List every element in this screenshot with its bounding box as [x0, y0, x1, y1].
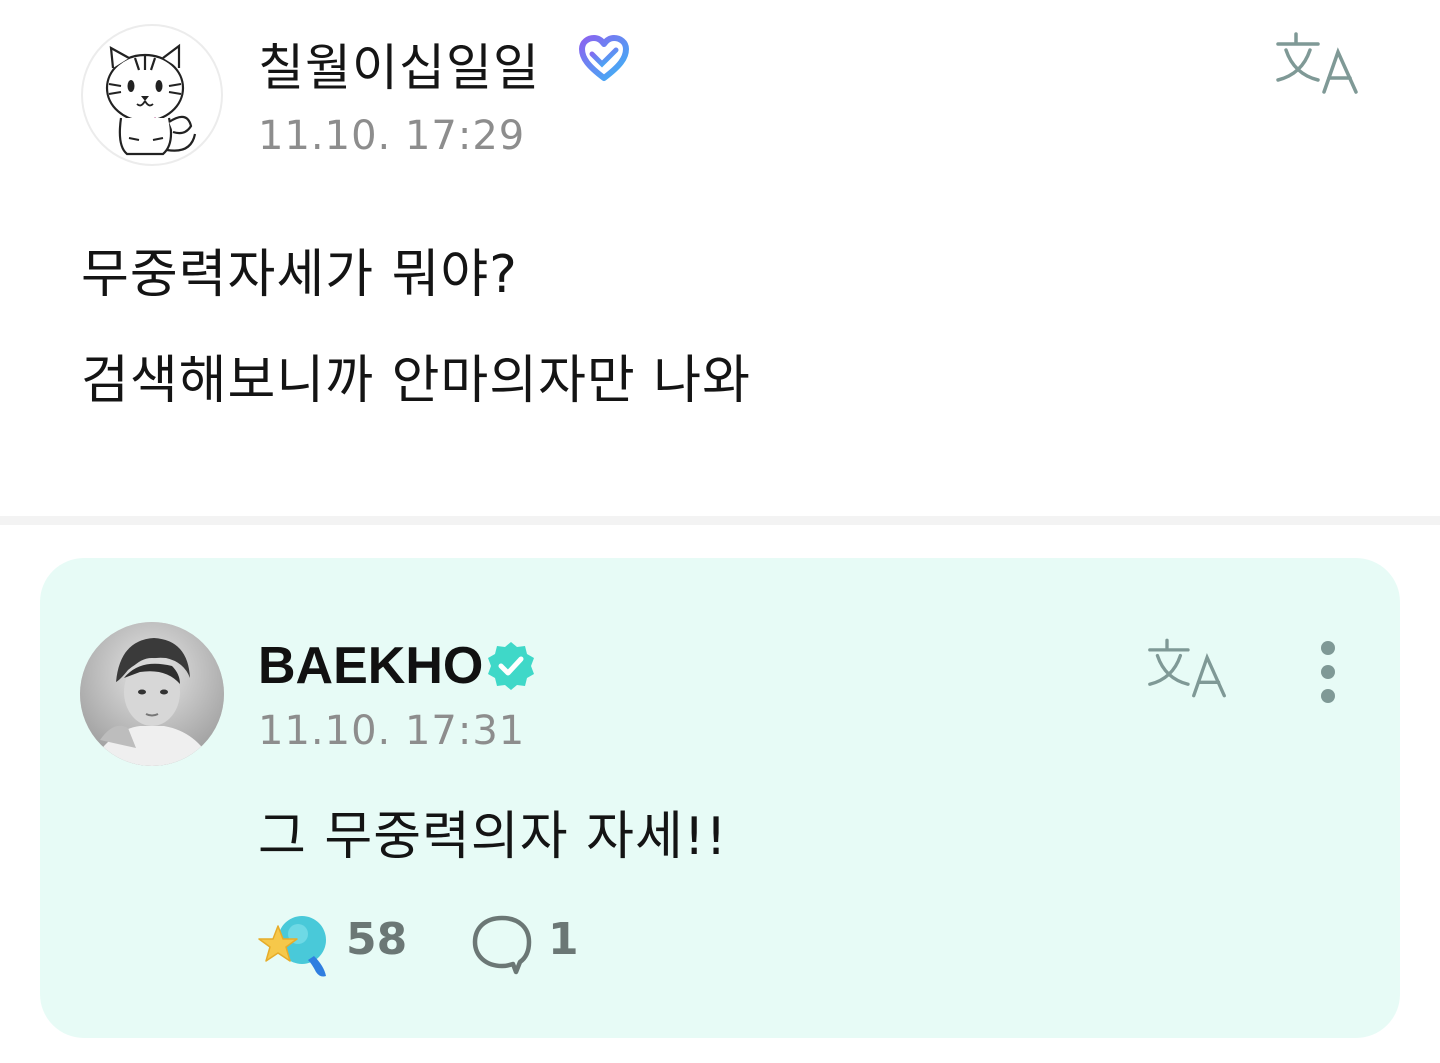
page: 칠월이십일일 11.10. 17:29 무중력자세가 뭐야? 검색해보니까 안마…: [0, 0, 1440, 1063]
comment-reactions: 58 1: [258, 904, 858, 984]
post-body-line: 검색해보니까 안마의자만 나와: [81, 351, 751, 411]
translate-icon[interactable]: [1274, 30, 1362, 96]
membership-heart-icon: [579, 35, 629, 81]
like-count: 58: [346, 914, 408, 965]
artist-comment-card: BAEKHO 11.10. 17:31 그 무중력의자 자세!! 58 1: [40, 558, 1400, 1038]
star-lightstick-icon[interactable]: [258, 908, 332, 980]
tiger-cartoon-avatar[interactable]: [81, 24, 223, 166]
translate-icon[interactable]: [1146, 636, 1230, 700]
comment-text: 그 무중력의자 자세!!: [258, 807, 728, 867]
fan-post: 칠월이십일일 11.10. 17:29 무중력자세가 뭐야? 검색해보니까 안마…: [0, 0, 1440, 516]
post-author-name[interactable]: 칠월이십일일: [258, 28, 540, 100]
post-body: 무중력자세가 뭐야? 검색해보니까 안마의자만 나와: [81, 222, 1381, 434]
artist-photo-image: [80, 622, 224, 766]
comment-author-name[interactable]: BAEKHO: [258, 636, 483, 696]
tiger-cartoon-icon: [105, 43, 197, 156]
more-vertical-icon[interactable]: [1308, 638, 1348, 706]
comment-timestamp: 11.10. 17:31: [258, 708, 526, 754]
section-divider: [0, 516, 1440, 525]
post-timestamp: 11.10. 17:29: [258, 113, 526, 159]
reply-bubble-icon[interactable]: [470, 912, 534, 976]
verified-icon: [488, 642, 534, 690]
artist-photo-avatar[interactable]: [80, 622, 224, 766]
post-body-line: 무중력자세가 뭐야?: [81, 245, 518, 305]
reply-count: 1: [548, 914, 579, 965]
